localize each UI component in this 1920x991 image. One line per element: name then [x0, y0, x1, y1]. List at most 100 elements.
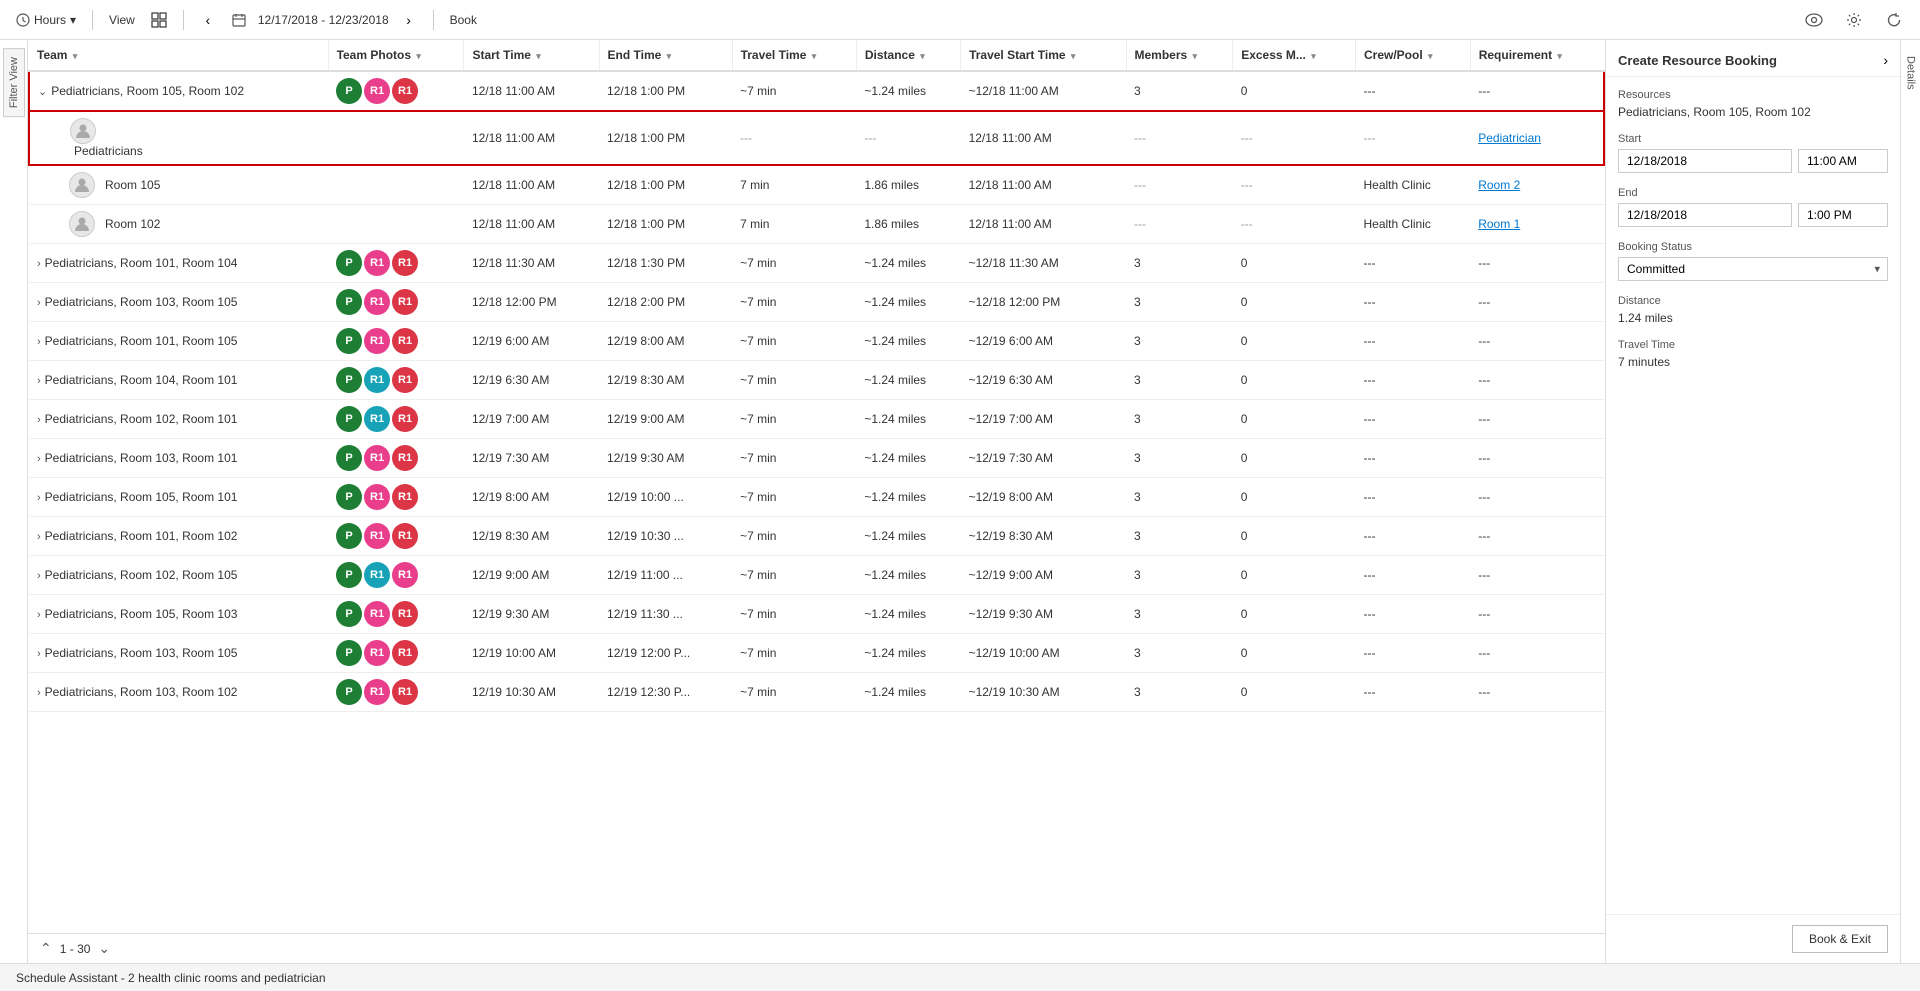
- table-row[interactable]: ›Pediatricians, Room 101, Room 102 PR1R1…: [29, 517, 1604, 556]
- hours-dropdown[interactable]: Hours ▾: [12, 13, 80, 27]
- table-row[interactable]: ›Pediatricians, Room 105, Room 101 PR1R1…: [29, 478, 1604, 517]
- page-range: 1 - 30: [60, 942, 91, 956]
- start-date-input[interactable]: [1618, 149, 1792, 173]
- table-row[interactable]: ›Pediatricians, Room 105, Room 103 PR1R1…: [29, 595, 1604, 634]
- view-label: View: [105, 13, 139, 27]
- travel-sort-icon: ▾: [812, 51, 817, 61]
- travel-time-value: 7 minutes: [1618, 355, 1888, 369]
- table-row[interactable]: ⌄Pediatricians, Room 105, Room 102 PR1R1…: [29, 71, 1604, 111]
- expand-btn[interactable]: ›: [37, 609, 41, 621]
- toolbar-right: [1800, 6, 1908, 34]
- toolbar: Hours ▾ View ‹: [0, 0, 1920, 40]
- col-team-photos[interactable]: Team Photos ▾: [328, 40, 464, 71]
- expand-btn[interactable]: ›: [37, 570, 41, 582]
- travel-time-label: Travel Time: [1618, 339, 1888, 351]
- table-row[interactable]: ›Pediatricians, Room 101, Room 104 PR1R1…: [29, 244, 1604, 283]
- table-row[interactable]: Room 105 12/18 11:00 AM 12/18 1:00 PM 7 …: [29, 165, 1604, 205]
- prev-page-btn[interactable]: ⌃: [40, 940, 52, 957]
- expand-btn[interactable]: ›: [37, 297, 41, 309]
- settings-btn[interactable]: [1840, 6, 1868, 34]
- booking-status-select[interactable]: Committed Tentative Canceled: [1618, 257, 1888, 281]
- start-date-time-row: [1618, 149, 1888, 173]
- calendar-icon: [232, 13, 246, 27]
- expand-btn[interactable]: ›: [37, 687, 41, 699]
- col-travel-start-time[interactable]: Travel Start Time ▾: [961, 40, 1126, 71]
- distance-field: Distance 1.24 miles: [1618, 295, 1888, 325]
- panel-expand-btn[interactable]: ›: [1883, 52, 1888, 68]
- right-details-tab: Details: [1900, 40, 1920, 963]
- details-label[interactable]: Details: [1901, 48, 1920, 98]
- col-start-time[interactable]: Start Time ▾: [464, 40, 599, 71]
- sep1: [92, 10, 93, 30]
- next-page-btn[interactable]: ⌄: [98, 940, 110, 957]
- expand-btn[interactable]: ⌄: [38, 85, 47, 98]
- resources-value: Pediatricians, Room 105, Room 102: [1618, 105, 1888, 119]
- refresh-btn[interactable]: [1880, 6, 1908, 34]
- expand-btn[interactable]: ›: [37, 492, 41, 504]
- table-row[interactable]: ›Pediatricians, Room 104, Room 101 PR1R1…: [29, 361, 1604, 400]
- table-body: ⌄Pediatricians, Room 105, Room 102 PR1R1…: [29, 71, 1604, 712]
- expand-btn[interactable]: ›: [37, 375, 41, 387]
- table-row[interactable]: ›Pediatricians, Room 103, Room 105 PR1R1…: [29, 283, 1604, 322]
- end-label: End: [1618, 187, 1888, 199]
- next-date-btn[interactable]: ›: [397, 8, 421, 32]
- col-requirement[interactable]: Requirement ▾: [1470, 40, 1604, 71]
- right-panel-footer: Book & Exit: [1606, 914, 1900, 963]
- col-end-time[interactable]: End Time ▾: [599, 40, 732, 71]
- table-row[interactable]: Room 102 12/18 11:00 AM 12/18 1:00 PM 7 …: [29, 205, 1604, 244]
- hours-label: Hours: [34, 13, 66, 27]
- booking-status-label: Booking Status: [1618, 241, 1888, 253]
- filter-view-label[interactable]: Filter View: [3, 48, 25, 117]
- col-crew-pool[interactable]: Crew/Pool ▾: [1356, 40, 1471, 71]
- start-sort-icon: ▾: [536, 51, 541, 61]
- col-travel-time[interactable]: Travel Time ▾: [732, 40, 856, 71]
- book-exit-btn[interactable]: Book & Exit: [1792, 925, 1888, 953]
- eye-btn[interactable]: [1800, 6, 1828, 34]
- end-date-input[interactable]: [1618, 203, 1792, 227]
- right-panel-header: Create Resource Booking ›: [1606, 40, 1900, 77]
- excess-sort-icon: ▾: [1311, 51, 1316, 61]
- book-label[interactable]: Book: [446, 13, 481, 27]
- table-row[interactable]: ›Pediatricians, Room 102, Room 101 PR1R1…: [29, 400, 1604, 439]
- right-panel-body: Resources Pediatricians, Room 105, Room …: [1606, 77, 1900, 914]
- table-row[interactable]: ›Pediatricians, Room 102, Room 105 PR1R1…: [29, 556, 1604, 595]
- refresh-icon: [1886, 12, 1902, 28]
- photos-sort-icon: ▾: [416, 51, 421, 61]
- pagination-bar: ⌃ 1 - 30 ⌄: [28, 933, 1605, 963]
- distance-value: 1.24 miles: [1618, 311, 1888, 325]
- prev-date-btn[interactable]: ‹: [196, 8, 220, 32]
- expand-btn[interactable]: ›: [37, 648, 41, 660]
- main-content: Filter View Team ▾ Team Photos ▾ Start T…: [0, 40, 1920, 963]
- distance-label: Distance: [1618, 295, 1888, 307]
- table-row[interactable]: ›Pediatricians, Room 101, Room 105 PR1R1…: [29, 322, 1604, 361]
- grid-view-btn[interactable]: [147, 8, 171, 32]
- expand-btn[interactable]: ›: [37, 453, 41, 465]
- table-row[interactable]: Pediatricians 12/18 11:00 AM 12/18 1:00 …: [29, 111, 1604, 165]
- travel-start-sort-icon: ▾: [1071, 51, 1076, 61]
- table-row[interactable]: ›Pediatricians, Room 103, Room 101 PR1R1…: [29, 439, 1604, 478]
- grid-icon: [151, 12, 167, 28]
- col-team[interactable]: Team ▾: [29, 40, 328, 71]
- gear-icon: [1846, 12, 1862, 28]
- col-distance[interactable]: Distance ▾: [856, 40, 960, 71]
- expand-btn[interactable]: ›: [37, 336, 41, 348]
- col-members[interactable]: Members ▾: [1126, 40, 1233, 71]
- expand-btn[interactable]: ›: [37, 531, 41, 543]
- expand-btn[interactable]: ›: [37, 258, 41, 270]
- table-row[interactable]: ›Pediatricians, Room 103, Room 102 PR1R1…: [29, 673, 1604, 712]
- dist-sort-icon: ▾: [920, 51, 925, 61]
- table-wrapper[interactable]: Team ▾ Team Photos ▾ Start Time ▾ End Ti…: [28, 40, 1605, 933]
- calendar-icon-wrapper: [228, 13, 250, 27]
- hours-dropdown-icon: ▾: [70, 13, 76, 27]
- status-text: Schedule Assistant - 2 health clinic roo…: [16, 971, 326, 985]
- start-time-input[interactable]: [1798, 149, 1888, 173]
- end-time-input[interactable]: [1798, 203, 1888, 227]
- expand-btn[interactable]: ›: [37, 414, 41, 426]
- crew-sort-icon: ▾: [1428, 51, 1433, 61]
- team-sort-icon: ▾: [73, 51, 78, 61]
- end-date-time-row: [1618, 203, 1888, 227]
- status-bar: Schedule Assistant - 2 health clinic roo…: [0, 963, 1920, 991]
- booking-status-wrapper: Committed Tentative Canceled: [1618, 257, 1888, 281]
- col-excess-m[interactable]: Excess M... ▾: [1233, 40, 1356, 71]
- table-row[interactable]: ›Pediatricians, Room 103, Room 105 PR1R1…: [29, 634, 1604, 673]
